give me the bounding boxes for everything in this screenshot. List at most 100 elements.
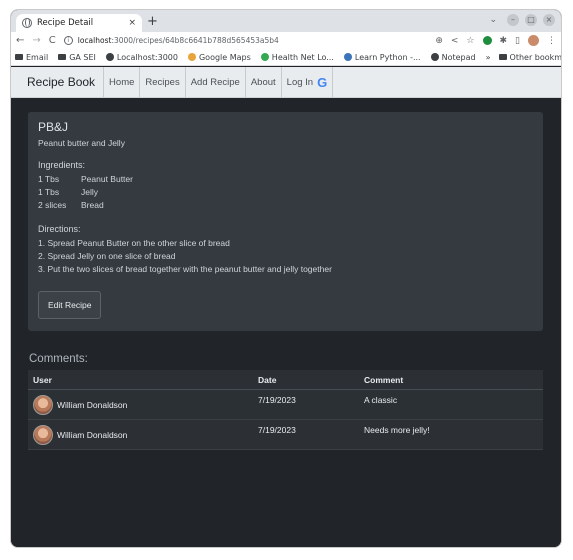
new-tab-button[interactable]: + [147,14,158,30]
comments-table: User Date Comment William Donaldson 7/19… [28,370,543,450]
table-header-row: User Date Comment [28,370,543,390]
ingredient-row: 2 slices Bread [38,199,533,212]
folder-icon [58,54,67,60]
python-icon [343,53,352,61]
extension-icon[interactable] [482,36,492,45]
directions-label: Directions: [38,224,81,234]
back-icon[interactable]: ← [16,35,24,46]
bookmark-notepad[interactable]: Notepad [430,52,476,62]
url-host: localhost [77,36,112,45]
bookmark-localhost[interactable]: Localhost:3000 [105,52,178,62]
browser-window: Recipe Detail × + ⌄ – □ × ← → C i localh… [10,9,562,548]
nav-about[interactable]: About [244,67,281,97]
browser-tab[interactable]: Recipe Detail × [16,14,142,32]
recipe-card: PB&J Peanut butter and Jelly Ingredients… [28,112,543,331]
header-date: Date [258,374,277,385]
recipe-name: PB&J [38,120,69,134]
tab-search-icon[interactable]: ⌄ [489,15,497,25]
folder-icon [498,54,507,60]
site-info-icon[interactable]: i [63,36,73,45]
star-icon[interactable]: ☆ [466,36,474,46]
comment-text: A classic [364,395,398,405]
globe-icon [105,53,114,61]
bookmark-label: Email [26,52,49,62]
ingredients-list: 1 Tbs Peanut Butter 1 Tbs Jelly 2 slices… [38,173,533,212]
bookmark-label: Other bookmarks [509,52,562,62]
ingredients-label: Ingredients: [38,160,86,170]
profile-avatar-icon[interactable] [528,35,539,46]
window-controls: ⌄ – □ × [489,14,555,26]
comment-date: 7/19/2023 [258,395,296,405]
bookmark-health-net[interactable]: Health Net Lo... [260,52,334,62]
google-icon: G [317,74,328,90]
page-content: Recipe Book Home Recipes Add Recipe Abou… [11,67,561,547]
forward-icon[interactable]: → [32,35,40,46]
recipe-description: Peanut butter and Jelly [38,138,125,148]
kebab-menu-icon[interactable]: ⋮ [547,36,556,46]
table-row: William Donaldson 7/19/2023 Needs more j… [28,420,543,450]
brand-link[interactable]: Recipe Book [11,67,103,97]
comment-user: William Donaldson [28,424,254,445]
minimize-button[interactable]: – [507,14,519,26]
ingredient-item: Bread [81,200,104,210]
map-pin-icon [187,53,196,61]
nav-add-recipe[interactable]: Add Recipe [184,67,245,97]
address-bar[interactable]: i localhost:3000/recipes/64b8c6641b788d5… [63,36,428,45]
zoom-icon[interactable]: ⊕ [435,36,443,46]
comment-text: Needs more jelly! [364,425,430,435]
ingredient-item: Peanut Butter [81,174,133,184]
ingredient-qty: 2 slices [38,200,67,210]
bookmark-label: Notepad [441,52,476,62]
tab-strip: Recipe Detail × + ⌄ – □ × [11,10,561,32]
puzzle-icon[interactable]: ✱ [500,36,508,46]
bookmark-label: Health Net Lo... [271,52,334,62]
nav-home[interactable]: Home [103,67,139,97]
site-navbar: Recipe Book Home Recipes Add Recipe Abou… [11,67,561,98]
bookmark-email[interactable]: Email [15,53,48,62]
comment-date: 7/19/2023 [258,425,296,435]
header-comment: Comment [364,374,404,385]
url-path: :3000/recipes/64b8c6641b788d565453a5b4 [111,36,279,45]
bookmark-label: GA SEI [69,52,96,62]
nav-login[interactable]: Log In G [280,67,334,97]
ingredient-qty: 1 Tbs [38,174,60,184]
bookmark-label: Localhost:3000 [116,52,178,62]
bookmark-google-maps[interactable]: Google Maps [187,52,251,62]
edit-recipe-button[interactable]: Edit Recipe [38,291,102,319]
bookmarks-bar: Email GA SEI Localhost:3000 Google Maps … [11,49,561,66]
avatar [33,424,53,445]
direction-step: 2. Spread Jelly on one slice of bread [38,251,176,261]
ingredient-row: 1 Tbs Jelly [38,186,533,199]
comments-title: Comments: [29,353,88,365]
bookmarks-overflow-button[interactable]: » [486,53,491,62]
share-icon[interactable]: < [451,36,459,46]
globe-icon [430,53,439,61]
sidepanel-icon[interactable]: ▯ [515,36,520,46]
globe-icon [22,18,32,28]
table-row: William Donaldson 7/19/2023 A classic [28,390,543,420]
toolbar-icons: ⊕ < ☆ ✱ ▯ ⋮ [435,35,556,46]
user-name: William Donaldson [57,429,128,440]
user-name: William Donaldson [57,399,128,410]
comment-user: William Donaldson [28,394,254,415]
bookmark-label: Google Maps [198,52,251,62]
tab-close-icon[interactable]: × [128,18,136,28]
folder-icon [15,54,23,60]
avatar [33,394,53,415]
ingredient-row: 1 Tbs Peanut Butter [38,173,533,186]
close-window-button[interactable]: × [543,14,555,26]
direction-step: 1. Spread Peanut Butter on the other sli… [38,238,230,248]
header-user: User [33,374,52,385]
bookmark-ga-sei[interactable]: GA SEI [58,53,96,62]
nav-recipes[interactable]: Recipes [139,67,184,97]
browser-toolbar: ← → C i localhost:3000/recipes/64b8c6641… [11,32,561,49]
other-bookmarks[interactable]: Other bookmarks [498,52,562,62]
ingredient-qty: 1 Tbs [38,187,60,197]
tab-title: Recipe Detail [37,18,94,28]
login-label: Log In [286,76,314,88]
ingredient-item: Jelly [81,187,99,197]
reload-icon[interactable]: C [49,35,56,46]
bookmark-learn-python[interactable]: Learn Python -... [343,53,421,62]
health-net-icon [260,53,269,61]
maximize-button[interactable]: □ [525,14,537,26]
